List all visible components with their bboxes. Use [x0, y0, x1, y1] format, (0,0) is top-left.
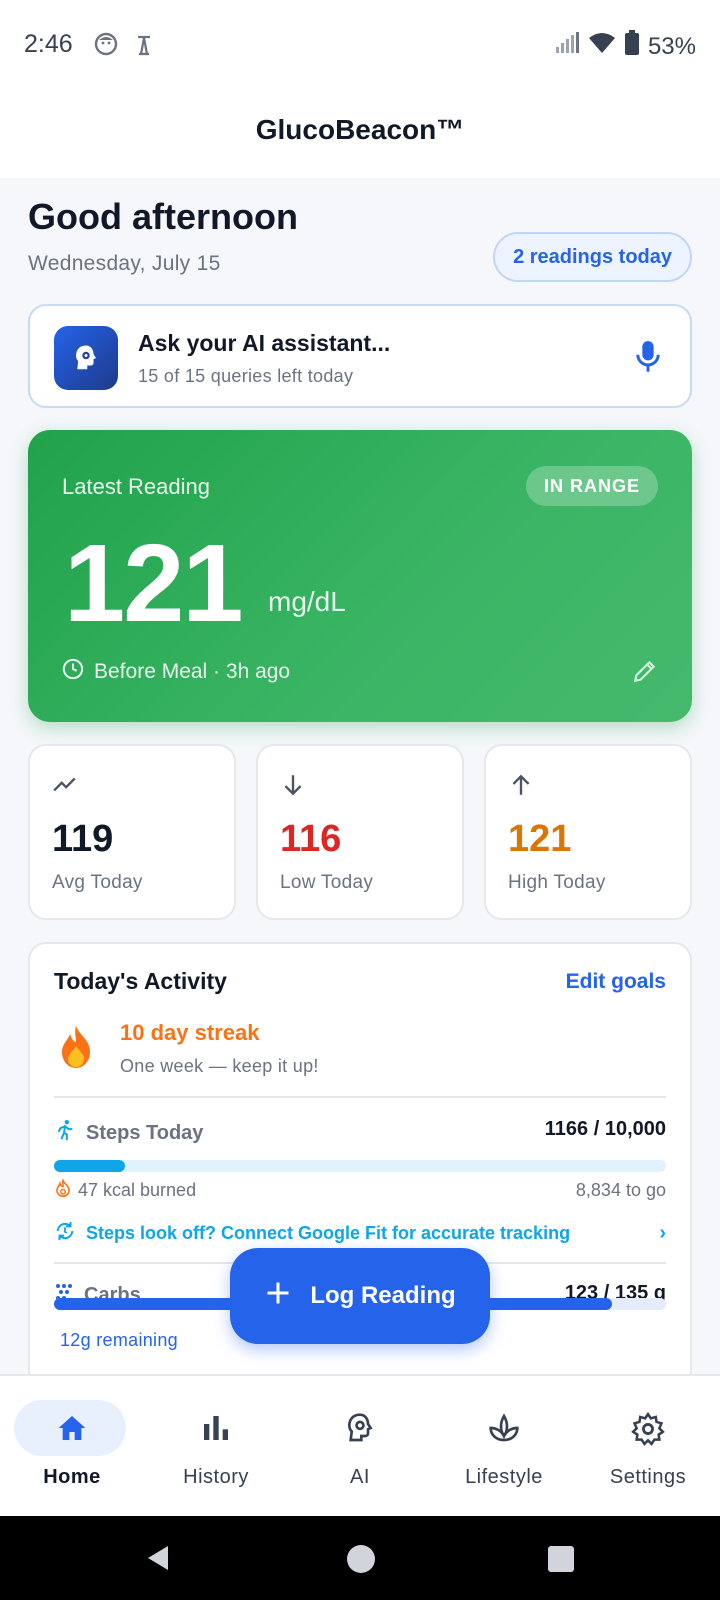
low-label: Low Today — [280, 872, 374, 893]
plus-icon — [264, 1279, 292, 1314]
glucose-value: 121 — [64, 522, 244, 645]
nav-label-history: History — [183, 1466, 249, 1488]
in-range-badge: IN RANGE — [525, 466, 658, 506]
wifi-icon — [588, 31, 616, 62]
steps-progress-fill — [54, 1160, 126, 1172]
sync-icon — [54, 1220, 76, 1247]
ai-assistant-icon — [54, 326, 118, 390]
readings-today-badge[interactable]: 2 readings today — [493, 232, 692, 282]
flame-small-icon — [54, 1178, 72, 1203]
nav-label-settings: Settings — [609, 1466, 687, 1488]
latest-reading-label: Latest Reading — [62, 474, 210, 499]
bottom-navigation: Home History AI Lifestyle Settings — [0, 1374, 720, 1516]
running-icon — [54, 1118, 76, 1148]
steps-label: Steps Today — [86, 1121, 204, 1144]
ai-queries-left: 15 of 15 queries left today — [138, 366, 354, 386]
log-reading-label: Log Reading — [310, 1282, 456, 1309]
status-time: 2:46 — [24, 30, 73, 58]
high-value: 121 — [508, 818, 572, 860]
nav-item-history[interactable]: History — [156, 1400, 276, 1500]
nav-item-settings[interactable]: Settings — [588, 1400, 708, 1500]
gear-icon — [588, 1412, 708, 1446]
notification-tower-icon — [132, 32, 156, 61]
back-icon[interactable] — [144, 1544, 172, 1577]
plant-icon — [444, 1412, 564, 1444]
arrow-down-icon — [280, 772, 306, 803]
stat-card-avg[interactable]: 119 Avg Today — [28, 744, 236, 920]
high-label: High Today — [508, 872, 606, 893]
divider — [54, 1096, 666, 1098]
app-bar: GlucoBeacon™ — [0, 90, 720, 178]
nav-item-home[interactable]: Home — [12, 1400, 132, 1500]
google-fit-text: Steps look off? Connect Google Fit for a… — [86, 1223, 571, 1243]
edit-goals-link[interactable]: Edit goals — [566, 970, 666, 994]
battery-icon — [624, 30, 640, 63]
streak-title: 10 day streak — [120, 1020, 260, 1045]
connect-google-fit-link[interactable]: Steps look off? Connect Google Fit for a… — [54, 1220, 666, 1247]
latest-reading-card[interactable]: Latest Reading IN RANGE 121 mg/dL Before… — [28, 430, 692, 722]
nav-label-lifestyle: Lifestyle — [465, 1466, 543, 1488]
battery-percent: 53% — [647, 32, 696, 60]
edit-pencil-icon[interactable] — [632, 658, 658, 689]
stat-card-low[interactable]: 116 Low Today — [256, 744, 464, 920]
chevron-right-icon: › — [659, 1222, 666, 1244]
glucose-unit: mg/dL — [268, 586, 346, 617]
home-circle-icon[interactable] — [346, 1544, 376, 1579]
trend-icon — [52, 772, 78, 803]
nav-label-ai: AI — [350, 1466, 370, 1488]
nav-item-lifestyle[interactable]: Lifestyle — [444, 1400, 564, 1500]
avg-label: Avg Today — [52, 872, 143, 893]
ai-assistant-title: Ask your AI assistant... — [138, 330, 391, 356]
stat-card-high[interactable]: 121 High Today — [484, 744, 692, 920]
nav-label-home: Home — [43, 1466, 101, 1488]
log-reading-button[interactable]: Log Reading — [230, 1248, 490, 1344]
avg-value: 119 — [52, 818, 114, 860]
streak-subtitle: One week — keep it up! — [120, 1056, 319, 1076]
recents-icon[interactable] — [548, 1546, 574, 1577]
notification-face-icon — [94, 32, 118, 61]
flame-icon — [56, 1024, 96, 1080]
app-title: GlucoBeacon™ — [255, 114, 465, 145]
steps-progress-bar — [54, 1160, 666, 1172]
microphone-icon[interactable] — [634, 340, 662, 379]
steps-value: 1166 / 10,000 — [544, 1118, 666, 1140]
system-navigation-bar — [0, 1516, 720, 1600]
carbs-remaining: 12g remaining — [60, 1330, 178, 1350]
reading-context: Before Meal · 3h ago — [94, 660, 291, 683]
nav-item-ai[interactable]: AI — [300, 1400, 420, 1500]
ai-assistant-card[interactable]: Ask your AI assistant... 15 of 15 querie… — [28, 304, 692, 408]
bar-chart-icon — [156, 1412, 276, 1444]
home-icon — [12, 1412, 132, 1444]
arrow-up-icon — [508, 772, 534, 803]
ai-head-icon — [300, 1412, 420, 1444]
status-bar: 2:46 53% — [0, 0, 720, 90]
low-value: 116 — [280, 818, 342, 860]
activity-title: Today's Activity — [54, 968, 227, 994]
kcal-burned: 47 kcal burned — [78, 1180, 197, 1200]
steps-to-go: 8,834 to go — [575, 1180, 666, 1200]
greeting-heading: Good afternoon — [28, 196, 298, 237]
signal-icon — [554, 31, 580, 62]
clock-icon — [62, 658, 84, 686]
current-date: Wednesday, July 15 — [28, 252, 221, 275]
